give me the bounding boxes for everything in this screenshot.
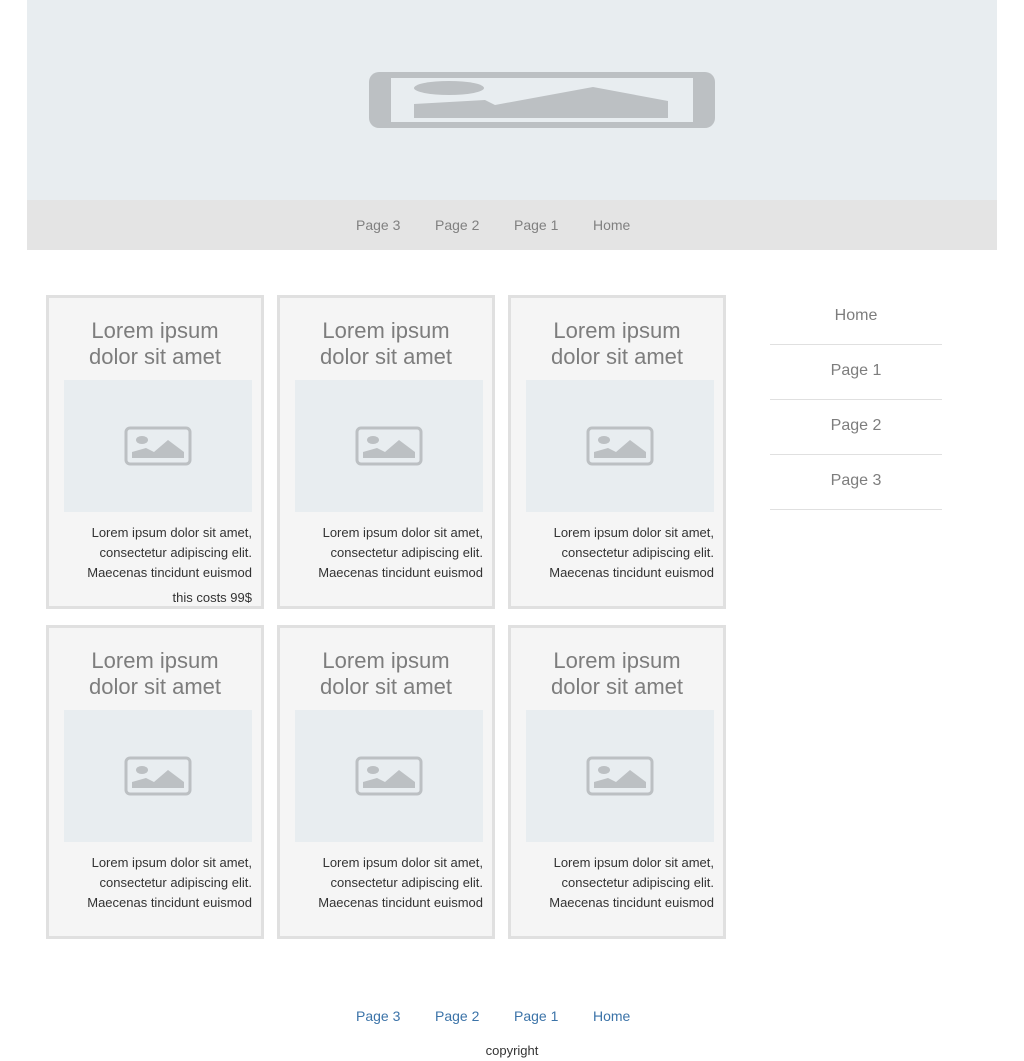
card-price: this costs 99$ — [172, 590, 253, 605]
card-image-placeholder — [295, 710, 483, 842]
card-description-line: Maecenas tincidunt euismod — [549, 565, 714, 580]
card-description-line: consectetur adipiscing elit. — [99, 875, 252, 890]
card-title: Lorem ipsum dolor sit amet — [49, 318, 261, 370]
card-description: Lorem ipsum dolor sit amet, consectetur … — [290, 523, 483, 583]
card-title: Lorem ipsum dolor sit amet — [49, 648, 261, 700]
card-description-line: Lorem ipsum dolor sit amet, — [553, 855, 714, 870]
card-description: Lorem ipsum dolor sit amet, consectetur … — [521, 853, 714, 913]
card-description: Lorem ipsum dolor sit amet, consectetur … — [59, 853, 252, 913]
card-description-line: consectetur adipiscing elit. — [330, 875, 483, 890]
image-placeholder-icon — [355, 426, 423, 466]
card-title: Lorem ipsum dolor sit amet — [511, 318, 723, 370]
top-nav-page-3[interactable]: Page 3 — [356, 217, 400, 233]
card-description: Lorem ipsum dolor sit amet, consectetur … — [290, 853, 483, 913]
product-card[interactable]: Lorem ipsum dolor sit amet Lorem ipsum d… — [277, 625, 495, 939]
card-title-line: dolor sit amet — [550, 344, 684, 369]
card-title-line: Lorem ipsum — [91, 318, 219, 343]
image-placeholder-icon — [124, 426, 192, 466]
image-placeholder-icon — [586, 426, 654, 466]
product-card[interactable]: Lorem ipsum dolor sit amet Lorem ipsum d… — [46, 295, 264, 609]
card-description-line: consectetur adipiscing elit. — [99, 545, 252, 560]
card-title-line: Lorem ipsum — [322, 318, 450, 343]
footer-nav-page-3[interactable]: Page 3 — [356, 1008, 400, 1024]
card-description-line: consectetur adipiscing elit. — [561, 545, 714, 560]
product-card[interactable]: Lorem ipsum dolor sit amet Lorem ipsum d… — [508, 295, 726, 609]
top-nav-page-2[interactable]: Page 2 — [435, 217, 479, 233]
card-description-line: Lorem ipsum dolor sit amet, — [91, 855, 252, 870]
card-title-line: dolor sit amet — [319, 674, 453, 699]
card-description-line: Maecenas tincidunt euismod — [318, 565, 483, 580]
card-title-line: dolor sit amet — [550, 674, 684, 699]
copyright-text: copyright — [485, 1043, 539, 1058]
card-title-line: Lorem ipsum — [322, 648, 450, 673]
card-image-placeholder — [526, 380, 714, 512]
card-title-line: dolor sit amet — [88, 344, 222, 369]
card-description-line: Lorem ipsum dolor sit amet, — [322, 855, 483, 870]
card-title-line: Lorem ipsum — [91, 648, 219, 673]
product-card[interactable]: Lorem ipsum dolor sit amet Lorem ipsum d… — [277, 295, 495, 609]
image-placeholder-icon — [124, 756, 192, 796]
card-image-placeholder — [526, 710, 714, 842]
footer-nav-page-1[interactable]: Page 1 — [514, 1008, 558, 1024]
card-title: Lorem ipsum dolor sit amet — [511, 648, 723, 700]
card-description-line: Maecenas tincidunt euismod — [549, 895, 714, 910]
image-placeholder-icon — [355, 756, 423, 796]
card-title-line: Lorem ipsum — [553, 648, 681, 673]
card-description-line: Lorem ipsum dolor sit amet, — [322, 525, 483, 540]
footer-nav-page-2[interactable]: Page 2 — [435, 1008, 479, 1024]
card-title-line: Lorem ipsum — [553, 318, 681, 343]
top-nav-home[interactable]: Home — [593, 217, 630, 233]
card-description-line: Lorem ipsum dolor sit amet, — [553, 525, 714, 540]
card-title: Lorem ipsum dolor sit amet — [280, 318, 492, 370]
side-nav-page-3[interactable]: Page 3 — [770, 455, 942, 510]
header-banner — [27, 0, 997, 200]
card-description: Lorem ipsum dolor sit amet, consectetur … — [521, 523, 714, 583]
top-nav-page-1[interactable]: Page 1 — [514, 217, 558, 233]
image-placeholder-icon — [586, 756, 654, 796]
side-nav-page-2[interactable]: Page 2 — [770, 400, 942, 455]
card-title: Lorem ipsum dolor sit amet — [280, 648, 492, 700]
card-image-placeholder — [64, 710, 252, 842]
product-card[interactable]: Lorem ipsum dolor sit amet Lorem ipsum d… — [508, 625, 726, 939]
side-nav-page-1[interactable]: Page 1 — [770, 345, 942, 400]
card-description-line: consectetur adipiscing elit. — [561, 875, 714, 890]
top-nav: Page 3 Page 2 Page 1 Home — [27, 200, 997, 250]
card-description: Lorem ipsum dolor sit amet, consectetur … — [59, 523, 252, 583]
side-nav-home[interactable]: Home — [770, 290, 942, 345]
card-title-line: dolor sit amet — [319, 344, 453, 369]
card-title-line: dolor sit amet — [88, 674, 222, 699]
card-description-line: Lorem ipsum dolor sit amet, — [91, 525, 252, 540]
card-description-line: consectetur adipiscing elit. — [330, 545, 483, 560]
card-image-placeholder — [295, 380, 483, 512]
card-description-line: Maecenas tincidunt euismod — [87, 895, 252, 910]
card-description-line: Maecenas tincidunt euismod — [87, 565, 252, 580]
card-description-line: Maecenas tincidunt euismod — [318, 895, 483, 910]
image-placeholder-icon — [369, 72, 715, 128]
side-nav: Home Page 1 Page 2 Page 3 — [770, 290, 942, 510]
product-card[interactable]: Lorem ipsum dolor sit amet Lorem ipsum d… — [46, 625, 264, 939]
footer-nav-home[interactable]: Home — [593, 1008, 630, 1024]
card-image-placeholder — [64, 380, 252, 512]
